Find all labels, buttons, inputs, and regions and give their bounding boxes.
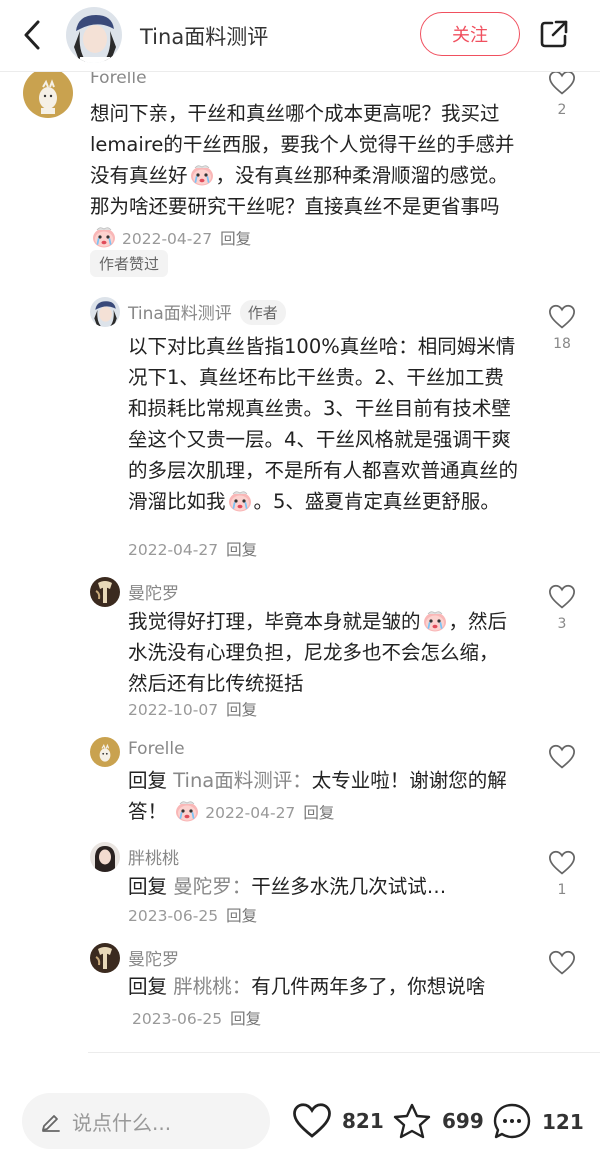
avatar[interactable] (90, 737, 120, 767)
divider (88, 1052, 600, 1053)
heart-icon (548, 950, 576, 976)
like-count (542, 982, 582, 1000)
like-button[interactable]: 821 (292, 1102, 384, 1140)
comment-input[interactable]: 说点什么... (22, 1093, 270, 1149)
comment-meta: 2023-06-25 回复 (128, 904, 257, 926)
avatar[interactable] (90, 943, 120, 973)
top-bar: Tina面料测评 关注 (0, 0, 600, 72)
avatar[interactable] (90, 577, 120, 607)
heart-icon (293, 1103, 331, 1138)
bottom-action-bar: 说点什么... 821 699 121 (0, 1078, 600, 1165)
like-button[interactable] (542, 950, 582, 1000)
comment-text: 以下对比真丝皆指100%真丝哈：相同姆米情况下1、真丝坯布比干丝贵。2、干丝加工… (128, 335, 519, 513)
crying-emoji-icon (91, 223, 117, 249)
like-count: 18 (553, 336, 571, 352)
crying-emoji-icon (227, 487, 253, 513)
comment-meta: 2022-04-27 回复 (205, 804, 334, 822)
comment-text: 回复 曼陀罗：干丝多水洗几次试试… (128, 875, 447, 898)
comment-button[interactable]: 121 (492, 1102, 584, 1142)
favorite-button[interactable]: 699 (392, 1102, 484, 1140)
reply-button[interactable]: 回复 (220, 230, 251, 248)
reply-to-user[interactable]: 曼陀罗： (173, 875, 251, 898)
like-count: 1 (557, 882, 567, 898)
like-button[interactable]: 2 (542, 70, 582, 120)
like-count (542, 776, 582, 794)
comment-author[interactable]: Forelle (128, 739, 185, 759)
crying-emoji-icon (422, 607, 448, 633)
heart-icon (548, 70, 576, 96)
comment-text: 回复 Tina面料测评：太专业啦！谢谢您的解答！ 2022-04-27 回复 (128, 769, 507, 823)
avatar[interactable] (23, 68, 73, 118)
comment-meta: 2022-10-07 回复 (128, 698, 257, 720)
like-count: 2 (557, 102, 567, 118)
author-tag: 作者 (239, 300, 286, 325)
comment-input-placeholder: 说点什么... (72, 1110, 172, 1135)
like-button[interactable]: 3 (542, 584, 582, 634)
share-button[interactable] (538, 18, 570, 50)
pencil-icon (42, 1115, 60, 1132)
comment-date: 2022-04-27 (128, 541, 219, 559)
avatar[interactable] (90, 297, 120, 327)
reply-to-user[interactable]: Tina面料测评： (173, 769, 312, 792)
comment-meta: 2023-06-25 回复 (132, 1010, 261, 1028)
star-icon (393, 1103, 431, 1139)
follow-button[interactable]: 关注 (420, 12, 520, 56)
chevron-left-icon (24, 20, 40, 50)
like-button[interactable]: 18 (542, 304, 582, 354)
reply-button[interactable]: 回复 (303, 804, 334, 822)
comment-author[interactable]: 曼陀罗 (128, 579, 179, 604)
crying-emoji-icon (189, 161, 215, 187)
author-avatar[interactable] (66, 7, 122, 63)
comment-meta: 2022-04-27 回复 (122, 230, 251, 248)
like-count: 3 (557, 616, 567, 632)
comment-author[interactable]: 胖桃桃 (128, 844, 179, 869)
favorite-count: 699 (442, 1109, 484, 1133)
heart-icon (548, 850, 576, 876)
heart-icon (548, 304, 576, 330)
like-button[interactable] (542, 744, 582, 794)
comment-date: 2022-04-27 (205, 804, 296, 822)
comment-bubble-icon (493, 1103, 531, 1139)
comment-date: 2022-04-27 (122, 230, 213, 248)
avatar[interactable] (90, 842, 120, 872)
comment-count: 121 (542, 1110, 584, 1134)
reply-to-user[interactable]: 胖桃桃： (173, 975, 251, 998)
like-count: 821 (342, 1109, 384, 1133)
crying-emoji-icon (174, 797, 200, 823)
comment-date: 2023-06-25 (132, 1010, 223, 1028)
reply-button[interactable]: 回复 (226, 541, 257, 559)
reply-button[interactable]: 回复 (226, 907, 257, 925)
comment-date: 2023-06-25 (128, 907, 219, 925)
comment-text: 想问下亲，干丝和真丝哪个成本更高呢？我买过lemaire的干丝西服，要我个人觉得… (90, 102, 515, 249)
author-name[interactable]: Tina面料测评 (140, 21, 268, 51)
back-button[interactable] (18, 18, 48, 52)
comment-date: 2022-10-07 (128, 701, 219, 719)
comment-text: 我觉得好打理，毕竟本身就是皱的 ，然后水洗没有心理负担，尼龙多也不会怎么缩，然后还… (128, 606, 513, 699)
heart-icon (548, 744, 576, 770)
comment-text: 回复 胖桃桃：有几件两年多了，你想说啥2023-06-25 回复 (128, 975, 486, 1028)
comment-meta: 2022-04-27 回复 (128, 538, 257, 560)
share-icon (540, 20, 568, 48)
heart-icon (548, 584, 576, 610)
reply-button[interactable]: 回复 (226, 701, 257, 719)
reply-button[interactable]: 回复 (230, 1010, 261, 1028)
like-button[interactable]: 1 (542, 850, 582, 900)
author-liked-badge: 作者赞过 (90, 250, 169, 277)
comment-author[interactable]: Tina面料测评 作者 (128, 299, 286, 325)
comment-author[interactable]: 曼陀罗 (128, 945, 179, 970)
